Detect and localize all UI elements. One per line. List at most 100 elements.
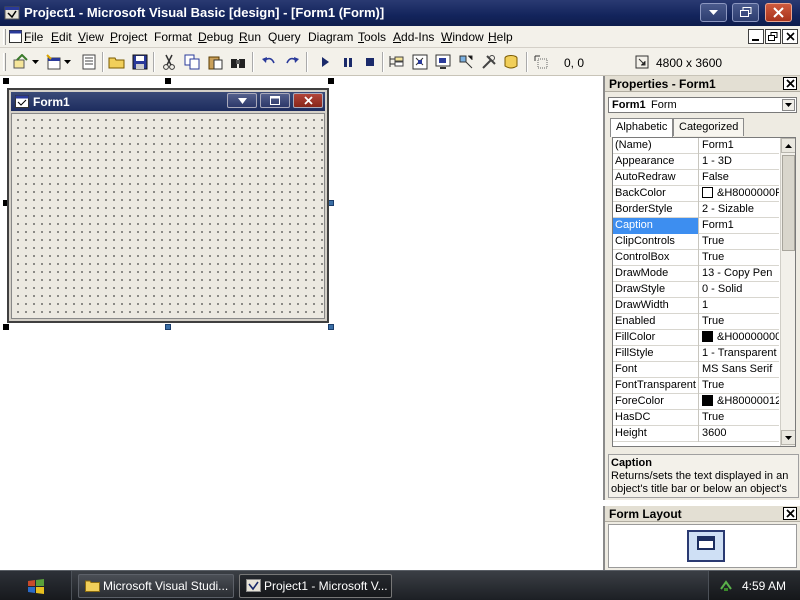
properties-window-button[interactable] xyxy=(411,53,429,71)
property-row[interactable]: BackColor &H8000000F xyxy=(613,186,779,202)
close-button[interactable] xyxy=(765,3,792,22)
property-row[interactable]: ClipControls True xyxy=(613,234,779,250)
property-grid[interactable]: (Name) Form1 Appearance 1 - 3D AutoRedraw Fal… xyxy=(612,137,796,447)
resize-handle-s[interactable] xyxy=(165,324,171,330)
property-value[interactable]: 2 - Sizable xyxy=(700,202,779,218)
menu-help[interactable]: Help xyxy=(488,30,513,44)
menu-diagram[interactable]: Diagram xyxy=(308,30,353,44)
property-value[interactable]: True xyxy=(700,250,779,266)
tab-alphabetic[interactable]: Alphabetic xyxy=(610,118,674,137)
menu-view[interactable]: View xyxy=(78,30,104,44)
menu-query[interactable]: Query xyxy=(268,30,301,44)
form-layout-button[interactable] xyxy=(434,53,452,71)
scroll-thumb[interactable] xyxy=(782,155,795,251)
form1-close-button[interactable] xyxy=(293,93,323,108)
property-row[interactable]: ControlBox True xyxy=(613,250,779,266)
property-value[interactable]: 1 xyxy=(700,298,779,314)
property-value[interactable]: True xyxy=(700,234,779,250)
find-button[interactable] xyxy=(229,53,247,71)
menu-window[interactable]: Window xyxy=(441,30,484,44)
network-icon[interactable] xyxy=(719,579,733,592)
object-selector-dropdown[interactable] xyxy=(782,99,795,111)
form1-maximize-button[interactable] xyxy=(260,93,290,108)
property-value[interactable]: True xyxy=(700,378,779,394)
data-view-button[interactable] xyxy=(502,53,520,71)
property-row[interactable]: DrawStyle 0 - Solid xyxy=(613,282,779,298)
property-row[interactable]: DrawMode 13 - Copy Pen xyxy=(613,266,779,282)
form1-minimize-button[interactable] xyxy=(227,93,257,108)
menu-run[interactable]: Run xyxy=(239,30,261,44)
property-row[interactable]: (Name) Form1 xyxy=(613,138,779,154)
start-button[interactable] xyxy=(0,571,72,600)
form1-title-bar[interactable]: Form1 xyxy=(11,92,325,111)
property-row[interactable]: ForeColor &H80000012 xyxy=(613,394,779,410)
property-grid-scrollbar[interactable] xyxy=(780,138,795,446)
properties-close-button[interactable] xyxy=(783,77,797,90)
property-row[interactable]: FillStyle 1 - Transparent xyxy=(613,346,779,362)
undo-button[interactable] xyxy=(260,53,278,71)
end-button[interactable] xyxy=(361,53,379,71)
property-value[interactable]: 0 - Solid xyxy=(700,282,779,298)
property-value[interactable]: 1 - Transparent xyxy=(700,346,779,362)
restore-button[interactable] xyxy=(732,3,759,22)
property-row[interactable]: AutoRedraw False xyxy=(613,170,779,186)
taskbar-button-project1[interactable]: Project1 - Microsoft V... xyxy=(239,574,392,598)
property-value[interactable]: &H8000000F xyxy=(700,186,779,202)
clock[interactable]: 4:59 AM xyxy=(742,579,786,593)
property-value[interactable]: &H00000000 xyxy=(700,330,779,346)
tab-categorized[interactable]: Categorized xyxy=(673,118,745,136)
toolbox-button[interactable] xyxy=(480,53,498,71)
object-selector[interactable]: Form1 Form xyxy=(608,97,797,113)
form-layout-header[interactable]: Form Layout xyxy=(605,506,800,522)
property-row[interactable]: Height 3600 xyxy=(613,426,779,442)
form-layout-canvas[interactable] xyxy=(608,524,797,568)
paste-button[interactable] xyxy=(206,53,224,71)
mdi-restore-button[interactable] xyxy=(765,29,781,44)
scroll-down-button[interactable] xyxy=(781,430,795,445)
property-row[interactable]: Appearance 1 - 3D xyxy=(613,154,779,170)
mdi-close-button[interactable] xyxy=(782,29,798,44)
property-row[interactable]: HasDC True xyxy=(613,410,779,426)
add-project-button[interactable] xyxy=(13,53,31,71)
property-value[interactable]: True xyxy=(700,410,779,426)
menu-file[interactable]: File xyxy=(24,30,43,44)
redo-button[interactable] xyxy=(283,53,301,71)
property-row[interactable]: BorderStyle 2 - Sizable xyxy=(613,202,779,218)
property-value[interactable]: Form1 xyxy=(700,218,779,234)
menu-tools[interactable]: Tools xyxy=(358,30,386,44)
property-value[interactable]: 1 - 3D xyxy=(700,154,779,170)
save-button[interactable] xyxy=(131,53,149,71)
object-browser-button[interactable] xyxy=(457,53,475,71)
property-row[interactable]: Enabled True xyxy=(613,314,779,330)
menu-debug[interactable]: Debug xyxy=(198,30,233,44)
dropdown-arrow-icon[interactable] xyxy=(31,53,39,71)
form-layout-close-button[interactable] xyxy=(783,507,797,520)
property-value[interactable]: 3600 xyxy=(700,426,779,442)
open-button[interactable] xyxy=(108,53,126,71)
toolbar-grip[interactable] xyxy=(3,53,6,71)
form-designer[interactable]: Form1 xyxy=(0,76,603,570)
copy-button[interactable] xyxy=(183,53,201,71)
property-row[interactable]: FontTransparent True xyxy=(613,378,779,394)
cut-button[interactable] xyxy=(160,53,178,71)
property-row[interactable]: Caption Form1 xyxy=(613,218,779,234)
property-row[interactable]: DrawWidth 1 xyxy=(613,298,779,314)
dropdown-arrow-icon[interactable] xyxy=(63,53,71,71)
property-value[interactable]: &H80000012 xyxy=(700,394,779,410)
mdi-minimize-button[interactable] xyxy=(748,29,764,44)
property-value[interactable]: 13 - Copy Pen xyxy=(700,266,779,282)
property-value[interactable]: False xyxy=(700,170,779,186)
properties-header[interactable]: Properties - Form1 xyxy=(605,76,800,92)
property-value[interactable]: True xyxy=(700,314,779,330)
form-position-preview[interactable] xyxy=(697,536,715,550)
form1-client-area[interactable] xyxy=(11,113,325,319)
scroll-up-button[interactable] xyxy=(781,138,795,153)
property-value[interactable]: Form1 xyxy=(700,138,779,154)
property-row[interactable]: FillColor &H00000000 xyxy=(613,330,779,346)
taskbar-button-visual-studio[interactable]: Microsoft Visual Studi... xyxy=(78,574,234,598)
minimize-button[interactable] xyxy=(700,3,727,22)
add-form-button[interactable] xyxy=(45,53,63,71)
menu-editor-button[interactable] xyxy=(80,53,98,71)
menu-project[interactable]: Project xyxy=(110,30,147,44)
menu-add-ins[interactable]: Add-Ins xyxy=(393,30,434,44)
